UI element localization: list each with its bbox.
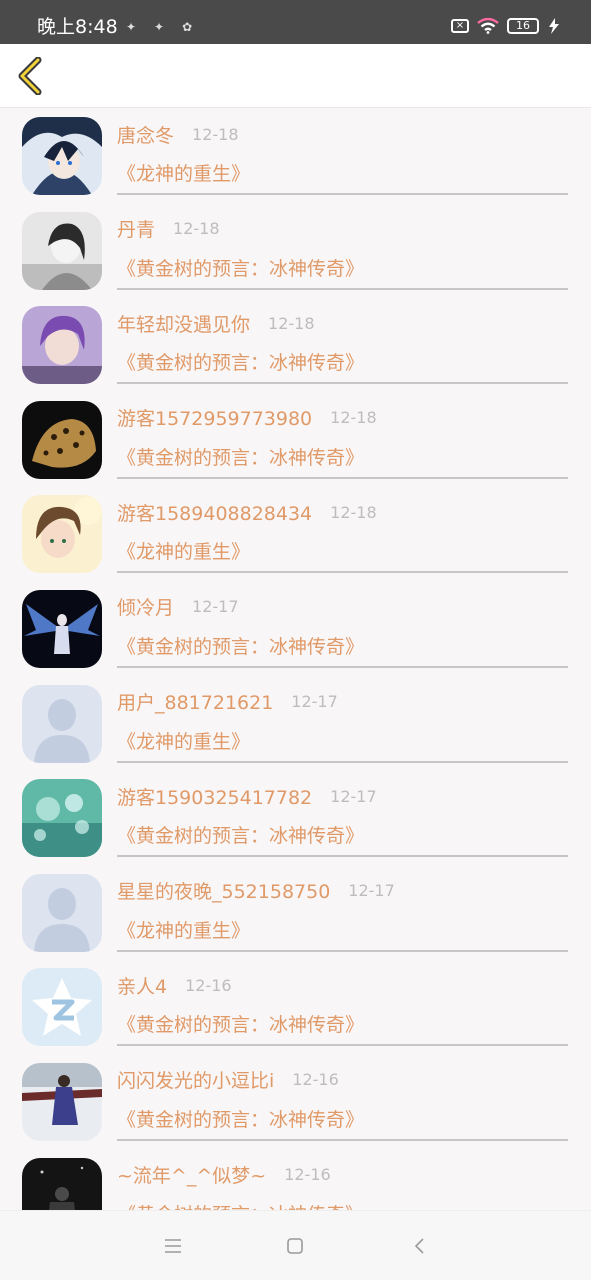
avatar[interactable] xyxy=(22,117,102,195)
divider xyxy=(117,1044,568,1047)
comment-list[interactable]: 唐念冬 12-18 《龙神的重生》 丹青 12-18 《黄金树的预言：冰神传奇》 xyxy=(0,109,591,1210)
avatar[interactable] xyxy=(22,400,102,479)
list-item[interactable]: 游客1590325417782 12-17 《黄金树的预言：冰神传奇》 xyxy=(0,771,591,866)
list-item[interactable]: 年轻却没遇见你 12-18 《黄金树的预言：冰神传奇》 xyxy=(0,298,591,393)
charging-icon xyxy=(549,18,559,34)
book-title[interactable]: 《龙神的重生》 xyxy=(117,916,250,943)
list-item[interactable]: ~流年^_^似梦~ 12-16 《黄金树的预言：冰神传奇》 xyxy=(0,1150,591,1210)
wifi-icon xyxy=(477,18,499,34)
system-nav-bar xyxy=(0,1210,591,1280)
home-button[interactable] xyxy=(284,1235,306,1257)
status-indicators: × 16 xyxy=(451,14,561,38)
book-title[interactable]: 《黄金树的预言：冰神传奇》 xyxy=(117,821,364,848)
back-button[interactable] xyxy=(12,56,48,96)
avatar[interactable] xyxy=(22,968,102,1047)
comment-date: 12-18 xyxy=(192,124,239,144)
book-title[interactable]: 《黄金树的预言：冰神传奇》 xyxy=(117,1105,364,1132)
divider xyxy=(117,760,568,763)
status-bar: 晚上8:48 ✦✦✿ × 16 xyxy=(0,0,591,44)
book-title[interactable]: 《黄金树的预言：冰神传奇》 xyxy=(117,443,364,470)
list-item[interactable]: 丹青 12-18 《黄金树的预言：冰神传奇》 xyxy=(0,204,591,299)
book-title[interactable]: 《龙神的重生》 xyxy=(117,537,250,564)
user-name[interactable]: 游客1572959773980 xyxy=(117,404,312,431)
avatar[interactable] xyxy=(22,589,102,668)
comment-date: 12-17 xyxy=(291,692,338,712)
battery-icon: 16 xyxy=(507,18,539,34)
book-title[interactable]: 《龙神的重生》 xyxy=(117,727,250,754)
book-title[interactable]: 《黄金树的预言：冰神传奇》 xyxy=(117,632,364,659)
home-square-icon xyxy=(287,1238,303,1254)
list-item[interactable]: 倾冷月 12-17 《黄金树的预言：冰神传奇》 xyxy=(0,582,591,677)
divider xyxy=(117,287,568,290)
chevron-left-icon xyxy=(18,57,42,95)
comment-date: 12-18 xyxy=(330,408,377,428)
comment-date: 12-18 xyxy=(330,502,377,522)
menu-button[interactable] xyxy=(162,1235,184,1257)
comment-date: 12-18 xyxy=(268,313,315,333)
user-name[interactable]: 丹青 xyxy=(117,215,155,242)
status-time: 晚上8:48 xyxy=(37,16,118,38)
divider xyxy=(117,382,568,385)
list-item[interactable]: 唐念冬 12-18 《龙神的重生》 xyxy=(0,109,591,204)
list-item[interactable]: 游客1589408828434 12-18 《龙神的重生》 xyxy=(0,487,591,582)
user-name[interactable]: 用户_881721621 xyxy=(117,688,273,715)
divider xyxy=(117,476,568,479)
comment-date: 12-17 xyxy=(192,597,239,617)
avatar[interactable] xyxy=(22,1062,102,1141)
user-name[interactable]: ~流年^_^似梦~ xyxy=(117,1161,266,1188)
list-item[interactable]: 用户_881721621 12-17 《龙神的重生》 xyxy=(0,677,591,772)
avatar[interactable] xyxy=(22,684,102,763)
avatar[interactable] xyxy=(22,211,102,290)
user-name[interactable]: 倾冷月 xyxy=(117,593,174,620)
list-item[interactable]: 闪闪发光的小逗比i 12-16 《黄金树的预言：冰神传奇》 xyxy=(0,1055,591,1150)
user-name[interactable]: 闪闪发光的小逗比i xyxy=(117,1066,274,1093)
book-title[interactable]: 《黄金树的预言：冰神传奇》 xyxy=(117,348,364,375)
back-nav-button[interactable] xyxy=(408,1235,430,1257)
avatar[interactable] xyxy=(22,873,102,952)
divider xyxy=(117,949,568,952)
avatar[interactable] xyxy=(22,779,102,858)
avatar[interactable] xyxy=(22,495,102,574)
book-title[interactable]: 《黄金树的预言：冰神传奇》 xyxy=(117,1200,364,1210)
user-name[interactable]: 游客1589408828434 xyxy=(117,499,312,526)
book-title[interactable]: 《黄金树的预言：冰神传奇》 xyxy=(117,1010,364,1037)
user-name[interactable]: 星星的夜晚_552158750 xyxy=(117,877,330,904)
divider xyxy=(117,665,568,668)
comment-date: 12-16 xyxy=(185,975,232,995)
notification-icons: ✦✦✿ xyxy=(126,20,211,34)
comment-date: 12-18 xyxy=(173,219,220,239)
user-name[interactable]: 游客1590325417782 xyxy=(117,783,312,810)
list-item[interactable]: 亲人4 12-16 《黄金树的预言：冰神传奇》 xyxy=(0,960,591,1055)
comment-date: 12-17 xyxy=(348,881,395,901)
user-name[interactable]: 亲人4 xyxy=(117,972,167,999)
comment-date: 12-16 xyxy=(292,1070,339,1090)
divider xyxy=(117,1138,568,1141)
top-toolbar xyxy=(0,44,591,108)
list-item[interactable]: 游客1572959773980 12-18 《黄金树的预言：冰神传奇》 xyxy=(0,393,591,488)
menu-icon xyxy=(165,1239,181,1253)
sim-off-icon: × xyxy=(451,19,469,33)
list-item[interactable]: 星星的夜晚_552158750 12-17 《龙神的重生》 xyxy=(0,866,591,961)
avatar[interactable] xyxy=(22,306,102,385)
divider xyxy=(117,193,568,195)
comment-date: 12-16 xyxy=(284,1165,331,1185)
user-name[interactable]: 唐念冬 xyxy=(117,121,174,148)
divider xyxy=(117,855,568,858)
battery-level: 16 xyxy=(516,19,530,32)
book-title[interactable]: 《黄金树的预言：冰神传奇》 xyxy=(117,254,364,281)
book-title[interactable]: 《龙神的重生》 xyxy=(117,159,250,186)
avatar[interactable] xyxy=(22,1157,102,1210)
comment-date: 12-17 xyxy=(330,786,377,806)
user-name[interactable]: 年轻却没遇见你 xyxy=(117,310,250,337)
divider xyxy=(117,571,568,574)
back-triangle-icon xyxy=(414,1238,424,1254)
